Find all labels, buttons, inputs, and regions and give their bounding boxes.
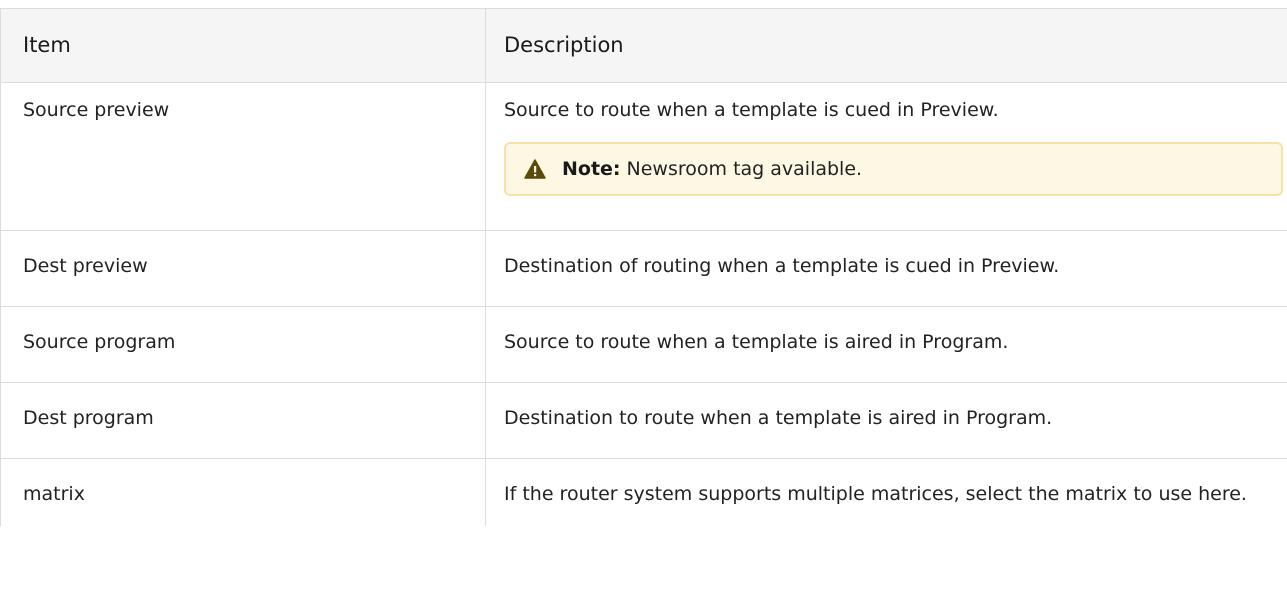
item-cell: Source program: [0, 306, 486, 383]
column-header-item: Item: [0, 8, 486, 83]
note-callout: Note: Newsroom tag available.: [504, 142, 1283, 196]
description-text: Source to route when a template is cued …: [504, 99, 999, 121]
table-body: Source preview Source to route when a te…: [0, 82, 1287, 526]
description-cell: If the router system supports multiple m…: [485, 458, 1287, 526]
table-row: Dest program Destination to route when a…: [0, 382, 1287, 459]
description-cell: Source to route when a template is aired…: [485, 306, 1287, 383]
warning-icon: [524, 159, 546, 179]
item-cell: Dest preview: [0, 230, 486, 307]
item-cell: matrix: [0, 458, 486, 526]
note-label: Note:: [562, 157, 621, 180]
description-cell: Destination of routing when a template i…: [485, 230, 1287, 307]
item-cell: Dest program: [0, 382, 486, 459]
column-header-description: Description: [485, 8, 1287, 83]
table-row: Source program Source to route when a te…: [0, 306, 1287, 383]
header-row: Item Description: [0, 8, 1287, 83]
parameters-table: Item Description Source preview Source t…: [0, 8, 1287, 526]
table-row: Source preview Source to route when a te…: [0, 82, 1287, 231]
item-cell: Source preview: [0, 82, 486, 231]
note-text: Newsroom tag available.: [626, 157, 863, 180]
table-row: matrix If the router system supports mul…: [0, 458, 1287, 526]
description-cell: Destination to route when a template is …: [485, 382, 1287, 459]
table-header: Item Description: [0, 8, 1287, 83]
table-row: Dest preview Destination of routing when…: [0, 230, 1287, 307]
description-cell: Source to route when a template is cued …: [485, 82, 1287, 231]
